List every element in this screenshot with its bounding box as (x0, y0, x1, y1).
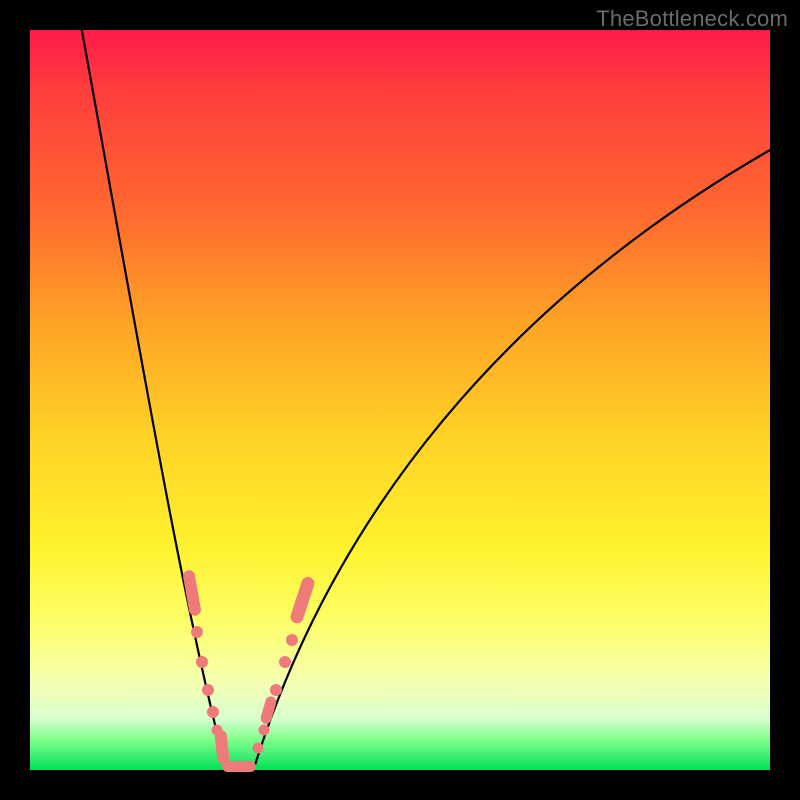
markers-left-pills (182, 569, 230, 764)
markers-right-dots (253, 634, 299, 754)
marker-dot (270, 684, 282, 696)
marker-pill (289, 575, 316, 625)
curve-tail (770, 108, 800, 150)
marker-dot (191, 626, 203, 638)
marker-dot (212, 725, 223, 736)
marker-dot (259, 725, 270, 736)
markers-right-pills (259, 575, 316, 725)
marker-dot (207, 706, 219, 718)
marker-dot (202, 684, 214, 696)
marker-dot (253, 743, 264, 754)
marker-dot (279, 656, 291, 668)
marker-dot (286, 634, 298, 646)
marker-dot (196, 656, 208, 668)
chart-frame (30, 30, 770, 770)
marker-pill-bottom (222, 761, 256, 772)
watermark-text: TheBottleneck.com (596, 6, 788, 32)
curve-main (80, 20, 770, 770)
bottleneck-curve (30, 30, 770, 770)
